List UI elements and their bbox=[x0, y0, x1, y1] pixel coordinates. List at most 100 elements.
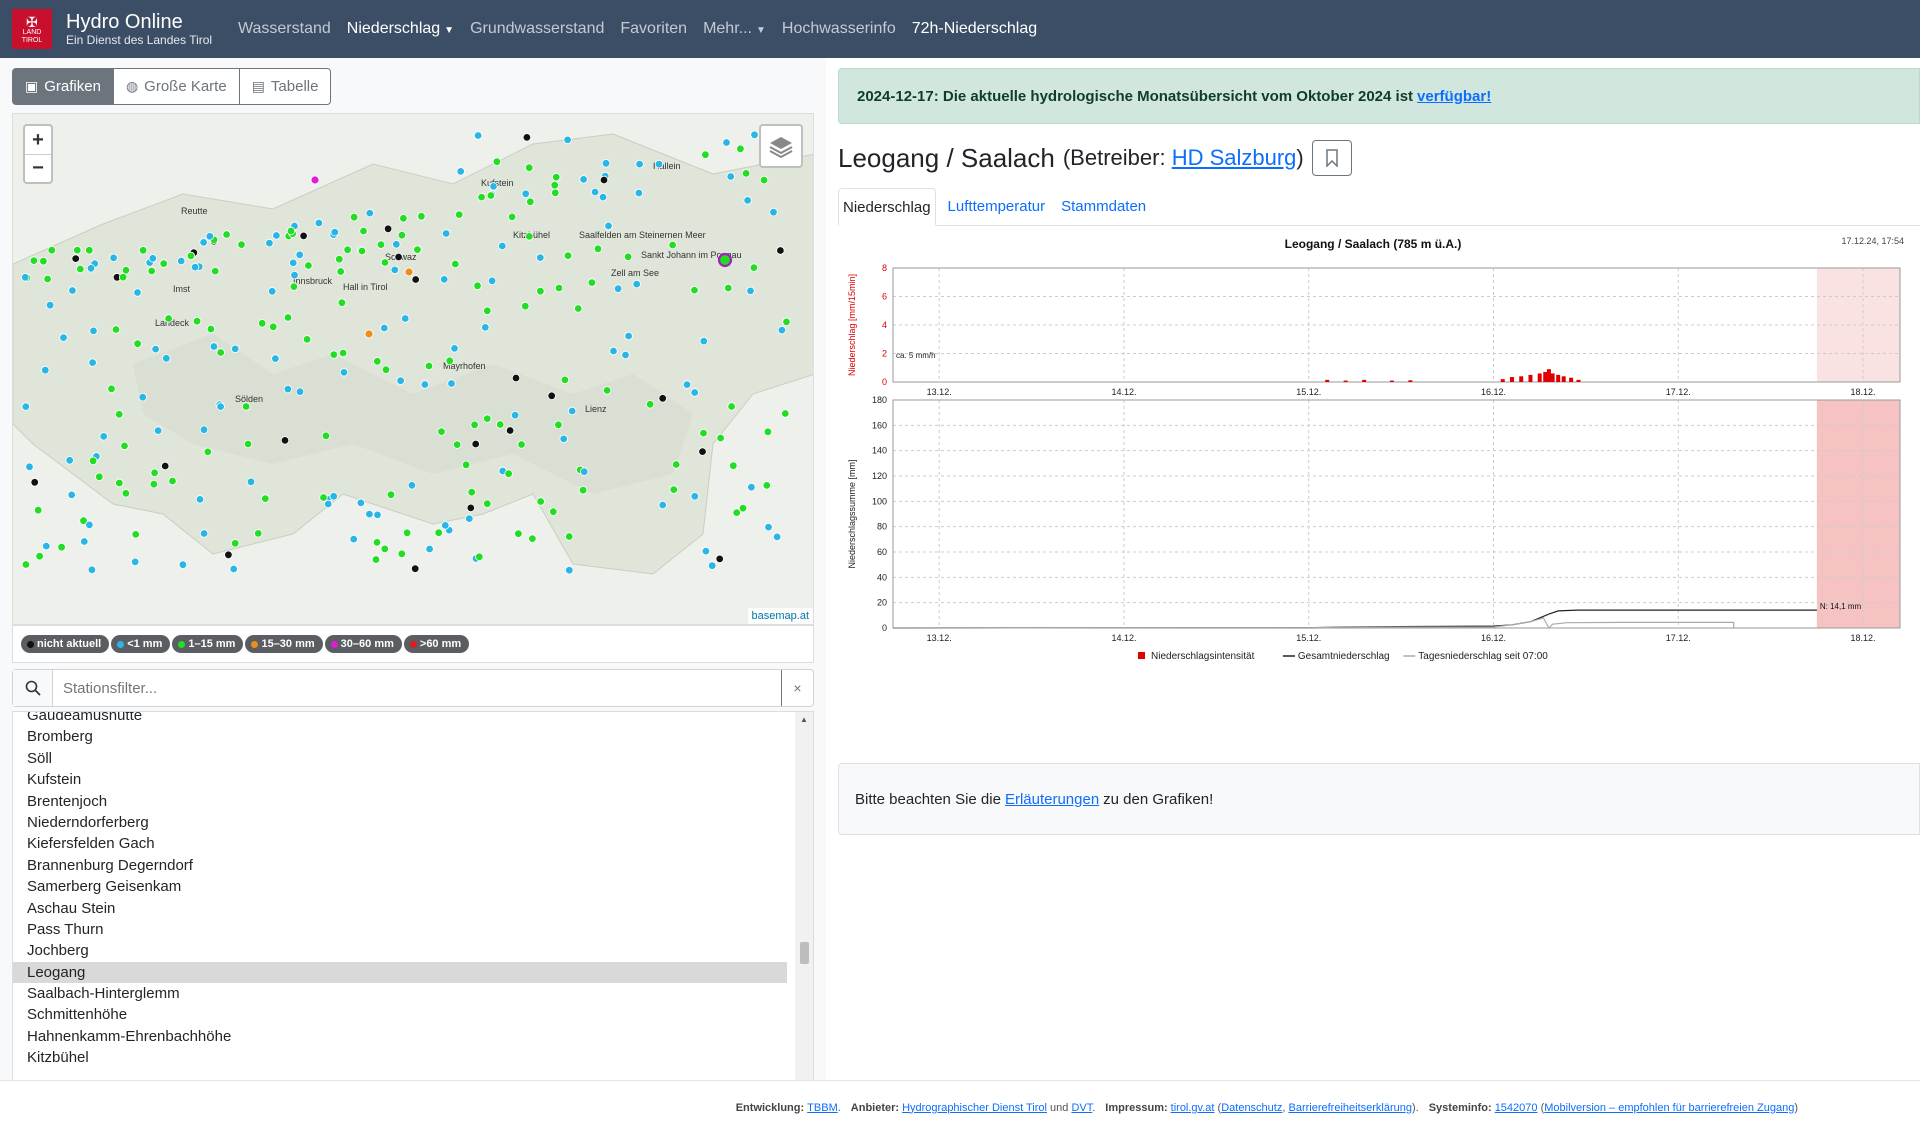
station-marker bbox=[392, 240, 401, 249]
station-marker bbox=[120, 441, 129, 451]
brand[interactable]: ✠ LAND TIROL Hydro Online Ein Dienst des … bbox=[12, 9, 230, 49]
footer-link-systeminfo[interactable]: 1542070 bbox=[1495, 1102, 1538, 1114]
station-marker bbox=[343, 245, 352, 254]
footer-link-dvt[interactable]: DVT bbox=[1071, 1102, 1092, 1114]
station-marker bbox=[466, 503, 475, 513]
list-item[interactable]: Niederndorferberg bbox=[13, 812, 787, 833]
station-marker bbox=[310, 175, 320, 185]
erlaeuterungen-link[interactable]: Erläuterungen bbox=[1005, 791, 1099, 808]
station-marker bbox=[359, 226, 368, 236]
tabelle-button[interactable]: ▤ Tabelle bbox=[238, 68, 332, 105]
zoom-in-button[interactable]: + bbox=[25, 126, 51, 154]
left-pane: ▣ Grafiken ◍ Große Karte ▤ Tabelle Innsbruc… bbox=[0, 58, 826, 1122]
list-item[interactable]: Pass Thurn bbox=[13, 919, 787, 940]
nav-hochwasserinfo[interactable]: Hochwasserinfo bbox=[774, 20, 904, 38]
footer-link-mobil[interactable]: Mobilversion – empfohlen für barrierefre… bbox=[1544, 1102, 1794, 1114]
list-item[interactable]: Saalbach-Hinterglemm bbox=[13, 983, 787, 1004]
list-item[interactable]: Samerberg Geisenkam bbox=[13, 876, 787, 897]
station-marker bbox=[521, 189, 530, 198]
list-item[interactable]: Hahnenkamm-Ehrenbachhöhe bbox=[13, 1026, 787, 1047]
list-item[interactable]: Brannenburg Degerndorf bbox=[13, 855, 787, 876]
footer-link-datenschutz[interactable]: Datenschutz bbox=[1221, 1102, 1282, 1114]
x-tick-label: 13.12. bbox=[927, 387, 952, 397]
station-map[interactable]: InnsbruckKufsteinKitzbühelLienzReutteLan… bbox=[12, 113, 814, 625]
station-marker bbox=[230, 539, 240, 548]
tab-stammdaten[interactable]: Stammdaten bbox=[1057, 188, 1150, 226]
nav-niederschlag[interactable]: Niederschlag ▼ bbox=[339, 20, 462, 38]
grosse-karte-button[interactable]: ◍ Große Karte bbox=[112, 68, 240, 105]
bookmark-button[interactable] bbox=[1311, 140, 1352, 176]
station-marker bbox=[380, 323, 389, 333]
grafiken-button[interactable]: ▣ Grafiken bbox=[12, 68, 114, 105]
station-marker bbox=[510, 411, 520, 420]
station-marker bbox=[68, 286, 77, 295]
tab-lufttemperatur[interactable]: Lufttemperatur bbox=[944, 188, 1050, 226]
list-item[interactable]: Kufstein bbox=[13, 769, 787, 790]
precip-bar bbox=[1546, 369, 1551, 382]
station-marker bbox=[413, 245, 422, 254]
station-filter-input[interactable] bbox=[53, 670, 781, 706]
nav-mehr[interactable]: Mehr... ▼ bbox=[695, 20, 774, 38]
precip-bar bbox=[1543, 372, 1548, 382]
scroll-up-icon[interactable]: ▲ bbox=[795, 712, 813, 728]
station-marker bbox=[349, 212, 359, 222]
view-toggle: ▣ Grafiken ◍ Große Karte ▤ Tabelle bbox=[12, 68, 332, 105]
list-item[interactable]: Kitzbühel bbox=[13, 1047, 787, 1068]
nav-grundwasserstand[interactable]: Grundwasserstand bbox=[462, 20, 612, 38]
list-item[interactable]: Gaudeamushütte bbox=[13, 712, 787, 726]
y-tick-label: 180 bbox=[872, 395, 887, 405]
list-item[interactable]: Brentenjoch bbox=[13, 791, 787, 812]
right-pane: 2024-12-17: Die aktuelle hydrologische M… bbox=[838, 58, 1920, 1080]
station-marker bbox=[417, 212, 426, 221]
station-marker bbox=[483, 306, 492, 315]
legend-nicht-aktuell: nicht aktuell bbox=[21, 635, 110, 653]
list-scrollbar[interactable]: ▲ ▼ bbox=[795, 712, 813, 1121]
station-marker bbox=[525, 232, 534, 241]
station-marker bbox=[738, 504, 748, 513]
station-marker bbox=[536, 253, 545, 262]
nav-72h-niederschlag[interactable]: 72h-Niederschlag bbox=[904, 20, 1045, 38]
station-marker bbox=[364, 329, 374, 339]
list-item[interactable]: Aschau Stein bbox=[13, 898, 787, 919]
station-marker bbox=[168, 476, 177, 486]
station-marker bbox=[715, 554, 724, 564]
station-marker bbox=[505, 426, 515, 435]
station-marker bbox=[399, 214, 408, 223]
list-item[interactable]: Söll bbox=[13, 748, 787, 769]
legend-label: nicht aktuell bbox=[37, 638, 102, 650]
zoom-out-button[interactable]: − bbox=[25, 154, 51, 182]
tab-niederschlag[interactable]: Niederschlag bbox=[838, 188, 936, 226]
station-marker bbox=[337, 298, 347, 307]
operator-link[interactable]: HD Salzburg bbox=[1172, 145, 1297, 170]
nav-wasserstand[interactable]: Wasserstand bbox=[230, 20, 339, 38]
station-marker bbox=[209, 342, 219, 351]
footer-link-tbbm[interactable]: TBBM bbox=[807, 1102, 838, 1114]
list-item-selected[interactable]: Leogang bbox=[13, 961, 787, 984]
list-item[interactable]: Schmittenhöhe bbox=[13, 1004, 787, 1025]
scroll-thumb[interactable] bbox=[800, 942, 809, 964]
clear-filter-button[interactable]: × bbox=[781, 670, 813, 706]
dot-icon bbox=[27, 640, 34, 648]
station-marker bbox=[658, 394, 667, 403]
footer-link-barrierefreiheit[interactable]: Barrierefreiheitserklärung bbox=[1288, 1102, 1412, 1114]
station-marker bbox=[602, 386, 612, 395]
station-marker bbox=[314, 218, 324, 228]
list-item[interactable]: Jochberg bbox=[13, 940, 787, 961]
map-attribution[interactable]: basemap.at bbox=[747, 608, 813, 624]
layers-button[interactable] bbox=[759, 124, 803, 168]
footer-link-hd-tirol[interactable]: Hydrographischer Dienst Tirol bbox=[902, 1102, 1047, 1114]
station-marker bbox=[71, 254, 80, 263]
station-marker bbox=[371, 555, 381, 564]
map-canvas[interactable]: InnsbruckKufsteinKitzbühelLienzReutteLan… bbox=[13, 114, 814, 625]
station-marker bbox=[447, 379, 456, 388]
nav-favoriten[interactable]: Favoriten bbox=[612, 20, 695, 38]
station-list[interactable]: Gaudeamushütte Bromberg Söll Kufstein Br… bbox=[12, 711, 814, 1122]
list-item[interactable]: Kiefersfelden Gach bbox=[13, 833, 787, 854]
station-marker bbox=[39, 256, 48, 266]
station-marker bbox=[95, 472, 104, 481]
legend-30-60: 30–60 mm bbox=[324, 635, 402, 653]
list-item[interactable]: Bromberg bbox=[13, 726, 787, 747]
station-marker bbox=[672, 460, 681, 469]
alert-link[interactable]: verfügbar! bbox=[1417, 88, 1491, 105]
footer-link-tirol[interactable]: tirol.gv.at bbox=[1171, 1102, 1215, 1114]
